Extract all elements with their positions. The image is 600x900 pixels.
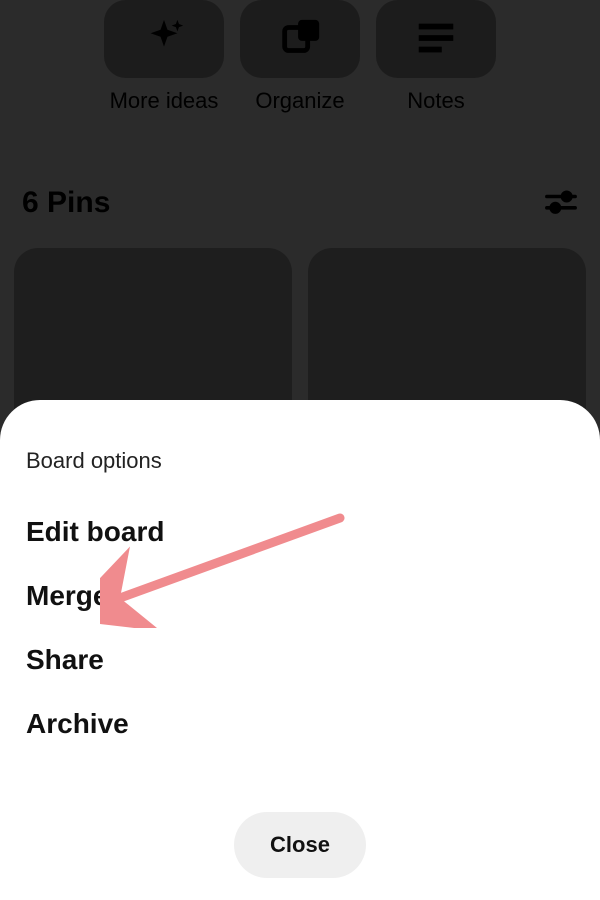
close-button[interactable]: Close: [234, 812, 366, 878]
archive-option[interactable]: Archive: [26, 692, 574, 756]
edit-board-option[interactable]: Edit board: [26, 500, 574, 564]
share-option[interactable]: Share: [26, 628, 574, 692]
close-wrap: Close: [0, 812, 600, 878]
merge-option[interactable]: Merge: [26, 564, 574, 628]
board-options-sheet: Board options Edit board Merge Share Arc…: [0, 400, 600, 900]
sheet-title: Board options: [26, 448, 574, 474]
